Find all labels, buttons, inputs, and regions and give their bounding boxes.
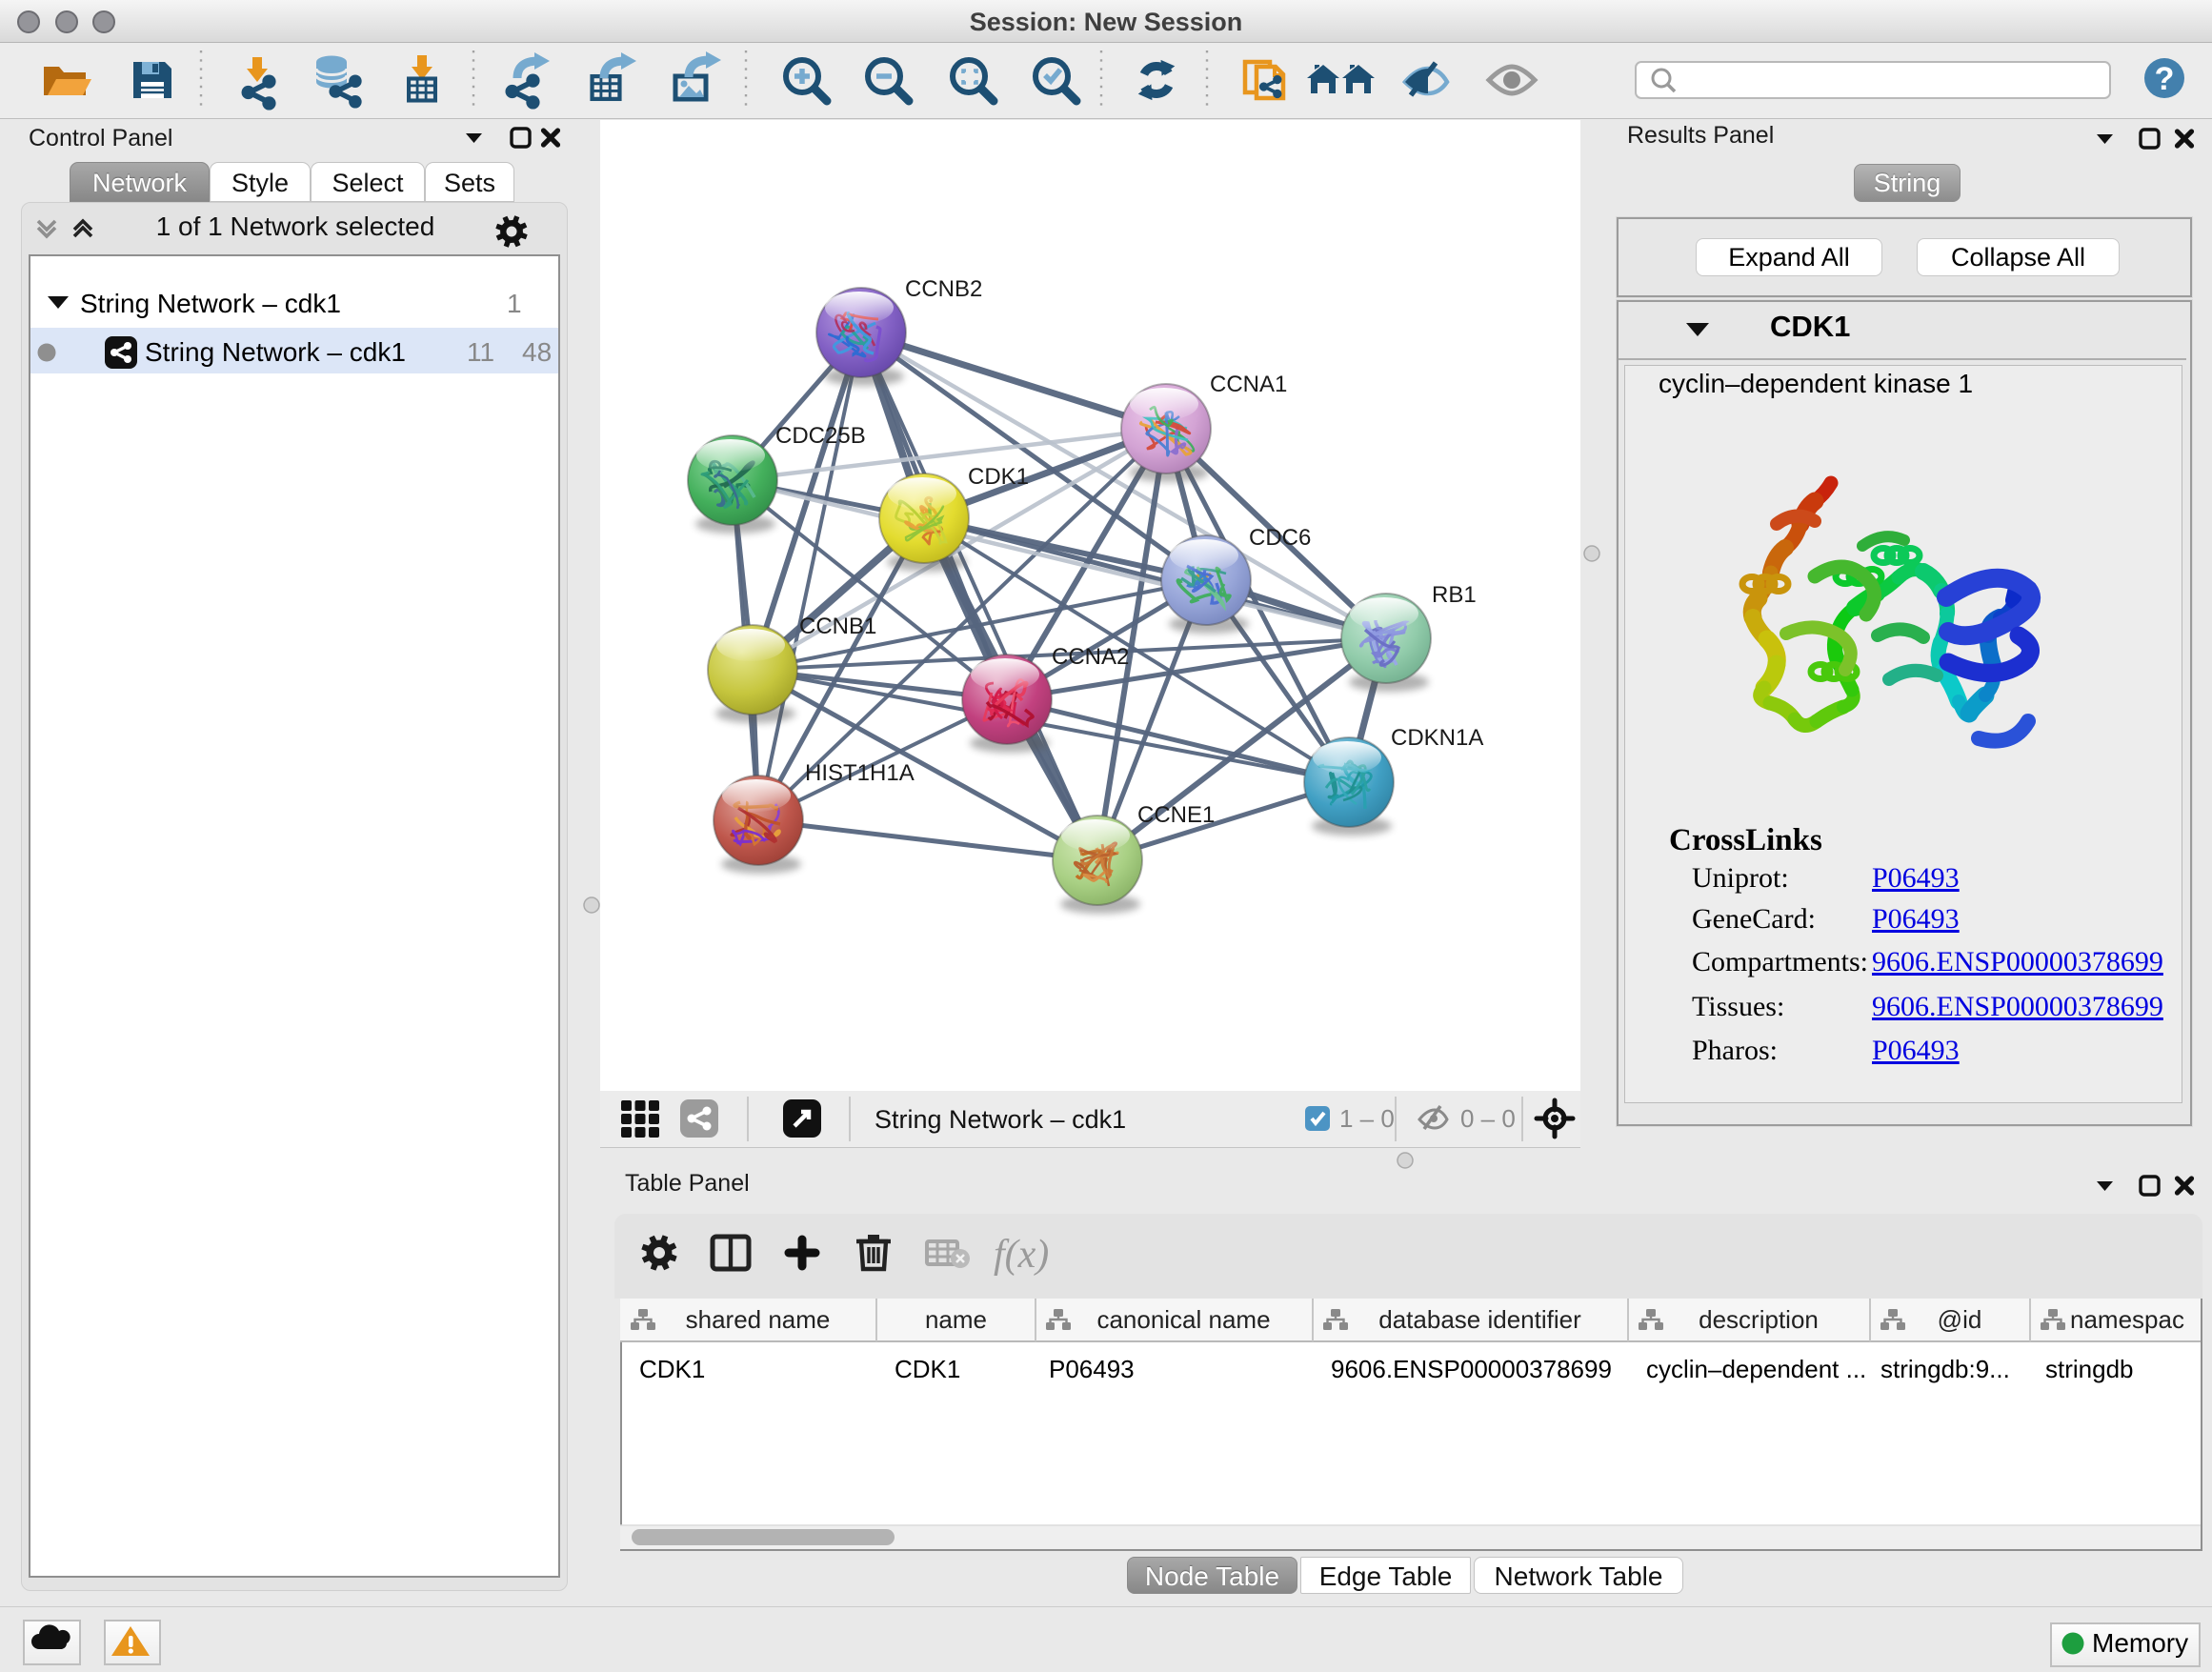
svg-text:HIST1H1A: HIST1H1A bbox=[805, 760, 915, 786]
svg-text:name: name bbox=[925, 1305, 987, 1334]
svg-text:CCNA1: CCNA1 bbox=[1210, 372, 1287, 397]
svg-text:CCNB2: CCNB2 bbox=[905, 276, 982, 302]
svg-text:CDC25B: CDC25B bbox=[775, 423, 866, 449]
svg-text:?: ? bbox=[2155, 61, 2175, 97]
svg-text:1 – 0: 1 – 0 bbox=[1339, 1104, 1395, 1133]
svg-text:@id: @id bbox=[1938, 1305, 1982, 1334]
svg-text:database identifier: database identifier bbox=[1378, 1305, 1581, 1334]
svg-text:CDK1: CDK1 bbox=[968, 464, 1029, 490]
svg-text:CDK1: CDK1 bbox=[895, 1355, 960, 1383]
svg-text:canonical name: canonical name bbox=[1096, 1305, 1270, 1334]
svg-text:String Network – cdk1: String Network – cdk1 bbox=[875, 1105, 1126, 1134]
svg-text:f(x): f(x) bbox=[994, 1233, 1049, 1277]
svg-text:CCNE1: CCNE1 bbox=[1137, 802, 1215, 828]
svg-text:P06493: P06493 bbox=[1049, 1355, 1135, 1383]
svg-text:CDKN1A: CDKN1A bbox=[1391, 725, 1483, 751]
svg-text:stringdb: stringdb bbox=[2045, 1355, 2134, 1383]
svg-text:namespac: namespac bbox=[2070, 1305, 2184, 1334]
svg-text:cyclin–dependent ...: cyclin–dependent ... bbox=[1646, 1355, 1866, 1383]
svg-text:CDC6: CDC6 bbox=[1249, 525, 1311, 551]
svg-text:CDK1: CDK1 bbox=[639, 1355, 705, 1383]
svg-text:CCNB1: CCNB1 bbox=[799, 614, 876, 639]
svg-text:CCNA2: CCNA2 bbox=[1052, 644, 1129, 670]
svg-text:RB1: RB1 bbox=[1432, 582, 1477, 608]
svg-text:stringdb:9...: stringdb:9... bbox=[1880, 1355, 2010, 1383]
svg-text:0 – 0: 0 – 0 bbox=[1460, 1104, 1516, 1133]
svg-text:shared name: shared name bbox=[686, 1305, 831, 1334]
svg-text:9606.ENSP00000378699: 9606.ENSP00000378699 bbox=[1331, 1355, 1612, 1383]
svg-text:description: description bbox=[1699, 1305, 1819, 1334]
